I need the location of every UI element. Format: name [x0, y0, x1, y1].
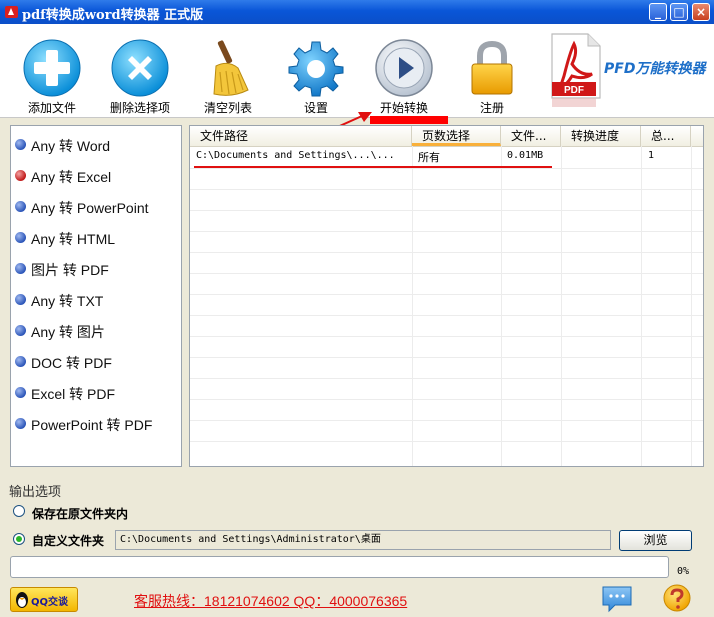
grid-line [641, 146, 642, 466]
minimize-button[interactable]: _ [649, 3, 667, 21]
register-button[interactable]: 注册 [452, 34, 532, 116]
grid-line [190, 273, 703, 274]
gear-icon [288, 41, 344, 97]
table-header: 文件路径 页数选择 文件... 转换进度 总... [190, 126, 703, 147]
cell-total-pages: 1 [648, 150, 655, 161]
grid-line [501, 146, 502, 466]
annotation-underline [194, 166, 552, 168]
mode-bullet-icon [15, 387, 26, 398]
mode-bullet-icon [15, 418, 26, 429]
mode-bullet-icon [15, 325, 26, 336]
conversion-mode-list: Any 转 Word Any 转 Excel Any 转 PowerPoint … [10, 125, 182, 467]
mode-bullet-icon [15, 294, 26, 305]
add-icon [23, 39, 81, 97]
file-table: 文件路径 页数选择 文件... 转换进度 总... C:\Documents a… [189, 125, 704, 467]
brand-text: PFD万能转换器 [604, 61, 706, 77]
column-header[interactable]: 总... [641, 126, 691, 146]
grid-line [561, 146, 562, 466]
mode-bullet-icon [15, 170, 26, 181]
grid-line [412, 146, 413, 466]
mode-item[interactable]: Any 转 Excel [11, 164, 181, 186]
qq-chat-label: QQ交谈 [31, 597, 69, 608]
column-header[interactable]: 文件... [501, 126, 561, 146]
column-header[interactable]: 页数选择 [412, 126, 501, 146]
mode-item[interactable]: Any 转 图片 [11, 319, 181, 341]
register-label: 注册 [479, 101, 504, 115]
output-options-title: 输出选项 [9, 485, 62, 500]
grid-line [190, 189, 703, 190]
window-title: pdf转换成word转换器 正式版 [22, 8, 204, 23]
mode-bullet-icon [15, 201, 26, 212]
mode-item[interactable]: Any 转 Word [11, 133, 181, 155]
minimize-icon: _ [655, 5, 661, 19]
maximize-icon: □ [673, 5, 685, 19]
mode-bullet-icon [15, 263, 26, 274]
maximize-button[interactable]: □ [670, 3, 688, 21]
mode-item[interactable]: Any 转 TXT [11, 288, 181, 310]
grid-line [190, 294, 703, 295]
support-hotline-link[interactable]: 客服热线：18121074602 QQ：4000076365 [134, 591, 407, 611]
lock-icon [471, 40, 513, 95]
cell-page-selection[interactable]: 所有 [418, 149, 440, 165]
grid-line [190, 378, 703, 379]
mode-bullet-icon [15, 356, 26, 367]
output-path-field[interactable]: C:\Documents and Settings\Administrator\… [115, 530, 611, 550]
delete-selected-label: 删除选择项 [109, 101, 170, 115]
play-icon [375, 39, 433, 97]
annotation-highlight [370, 116, 448, 124]
mode-bullet-icon [15, 139, 26, 150]
mode-item[interactable]: Any 转 HTML [11, 226, 181, 248]
cell-file-path: C:\Documents and Settings\...\... [196, 150, 395, 161]
progress-percent: 0% [677, 566, 690, 577]
help-icon[interactable] [662, 584, 692, 614]
pdf-badge: PDF [564, 85, 584, 96]
clear-list-button[interactable]: 清空列表 [188, 34, 268, 116]
title-bar: pdf转换成word转换器 正式版 _ □ × [0, 0, 714, 24]
add-file-label: 添加文件 [27, 101, 76, 115]
grid-line [190, 231, 703, 232]
custom-folder-radio[interactable] [13, 533, 25, 545]
browse-button[interactable]: 浏览 [619, 530, 692, 551]
close-icon: × [695, 5, 707, 19]
mode-item[interactable]: PowerPoint 转 PDF [11, 412, 181, 434]
grid-line [190, 336, 703, 337]
grid-line [190, 168, 703, 169]
grid-line [190, 441, 703, 442]
delete-selected-button[interactable]: 删除选择项 [100, 34, 180, 116]
grid-line [190, 252, 703, 253]
mode-item[interactable]: Any 转 PowerPoint [11, 195, 181, 217]
mode-item[interactable]: Excel 转 PDF [11, 381, 181, 403]
app-icon [5, 6, 18, 18]
mode-item[interactable]: 图片 转 PDF [11, 257, 181, 279]
close-button[interactable]: × [692, 3, 710, 21]
penguin-icon [16, 592, 28, 608]
grid-line [190, 420, 703, 421]
save-original-radio[interactable] [13, 505, 25, 517]
qq-chat-button[interactable]: QQ交谈 [10, 587, 78, 612]
custom-folder-label[interactable]: 自定义文件夹 [32, 532, 104, 549]
broom-icon [213, 40, 249, 96]
grid-line [190, 357, 703, 358]
grid-line [691, 146, 692, 466]
pdf-logo: PDF [551, 33, 601, 107]
delete-icon [111, 39, 169, 97]
mode-bullet-icon [15, 232, 26, 243]
cell-file-size: 0.01MB [507, 150, 544, 161]
conversion-progress-bar [10, 556, 669, 578]
grid-line [190, 315, 703, 316]
add-file-button[interactable]: 添加文件 [12, 34, 92, 116]
save-original-label[interactable]: 保存在原文件夹内 [32, 505, 128, 522]
mode-item[interactable]: DOC 转 PDF [11, 350, 181, 372]
column-header[interactable]: 转换进度 [561, 126, 641, 146]
clear-list-label: 清空列表 [203, 101, 252, 115]
chat-bubble-icon[interactable] [601, 585, 633, 613]
grid-line [190, 210, 703, 211]
grid-line [190, 399, 703, 400]
column-header[interactable]: 文件路径 [190, 126, 412, 146]
